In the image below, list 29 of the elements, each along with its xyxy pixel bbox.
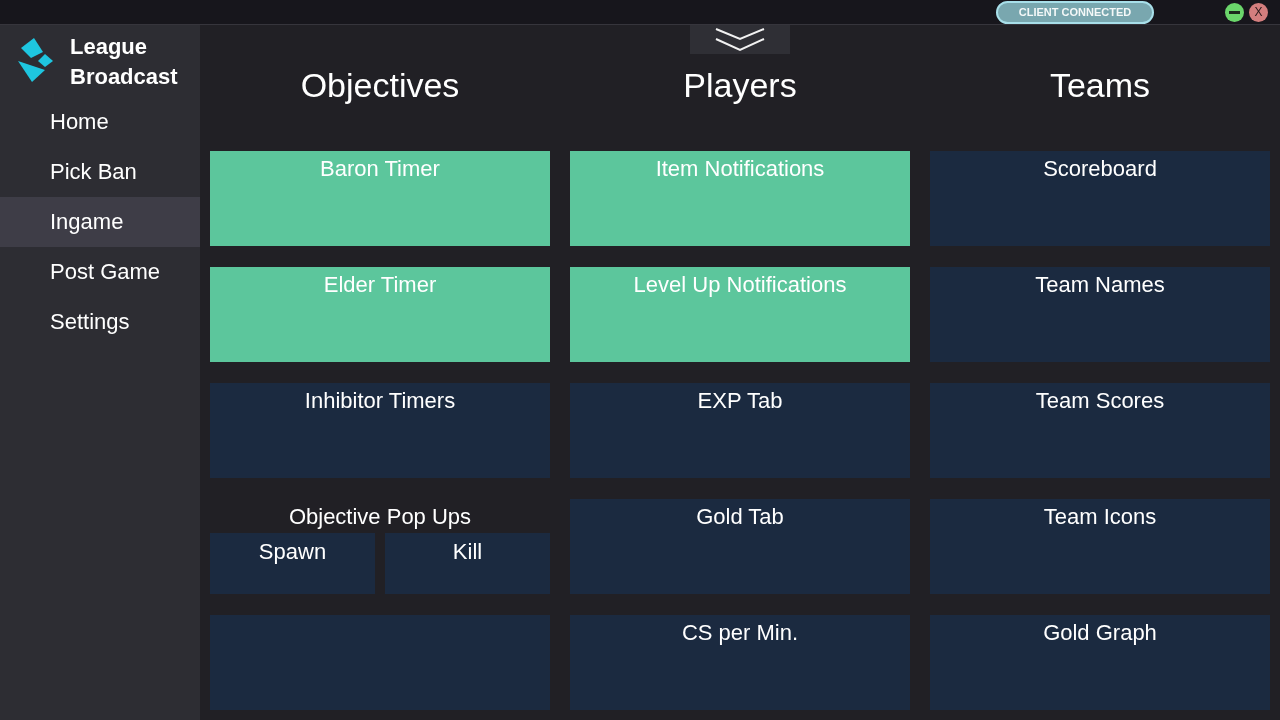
nav-item[interactable]: Settings	[0, 297, 200, 347]
minus-icon	[1229, 10, 1240, 14]
column-title: Objectives	[300, 65, 460, 105]
toggle-tile[interactable]: Gold Graph	[930, 615, 1270, 710]
double-chevron-icon	[715, 27, 765, 52]
toggle-tile[interactable]: Gold Tab	[570, 499, 910, 594]
toggle-tile[interactable]: Scoreboard	[930, 151, 1270, 246]
toggle-tile[interactable]	[210, 615, 550, 710]
toggle-tile[interactable]: Team Names	[930, 267, 1270, 362]
close-button[interactable]: X	[1249, 2, 1268, 22]
app-name: League Broadcast	[70, 33, 179, 91]
toggle-tile[interactable]: CS per Min.	[570, 615, 910, 710]
column-title: Players	[683, 65, 797, 105]
logo-icon	[17, 37, 54, 83]
nav-item[interactable]: Post Game	[0, 247, 200, 297]
group-label: Objective Pop Ups	[288, 504, 472, 530]
toggle-tile[interactable]: EXP Tab	[570, 383, 910, 478]
toggle-tile[interactable]: Team Scores	[930, 383, 1270, 478]
nav-item[interactable]: Pick Ban	[0, 147, 200, 197]
connection-status: CLIENT CONNECTED	[996, 0, 1154, 24]
nav-item[interactable]: Home	[0, 97, 200, 147]
toggle-tile[interactable]: Inhibitor Timers	[210, 383, 550, 478]
toggle-tile[interactable]: Spawn	[210, 533, 375, 594]
collapse-tab[interactable]	[690, 25, 790, 54]
toggle-tile[interactable]: Kill	[385, 533, 550, 594]
nav-item[interactable]: Ingame	[0, 197, 200, 247]
column-title: Teams	[1049, 65, 1151, 105]
minimize-button[interactable]	[1225, 2, 1244, 22]
toggle-tile[interactable]: Team Icons	[930, 499, 1270, 594]
